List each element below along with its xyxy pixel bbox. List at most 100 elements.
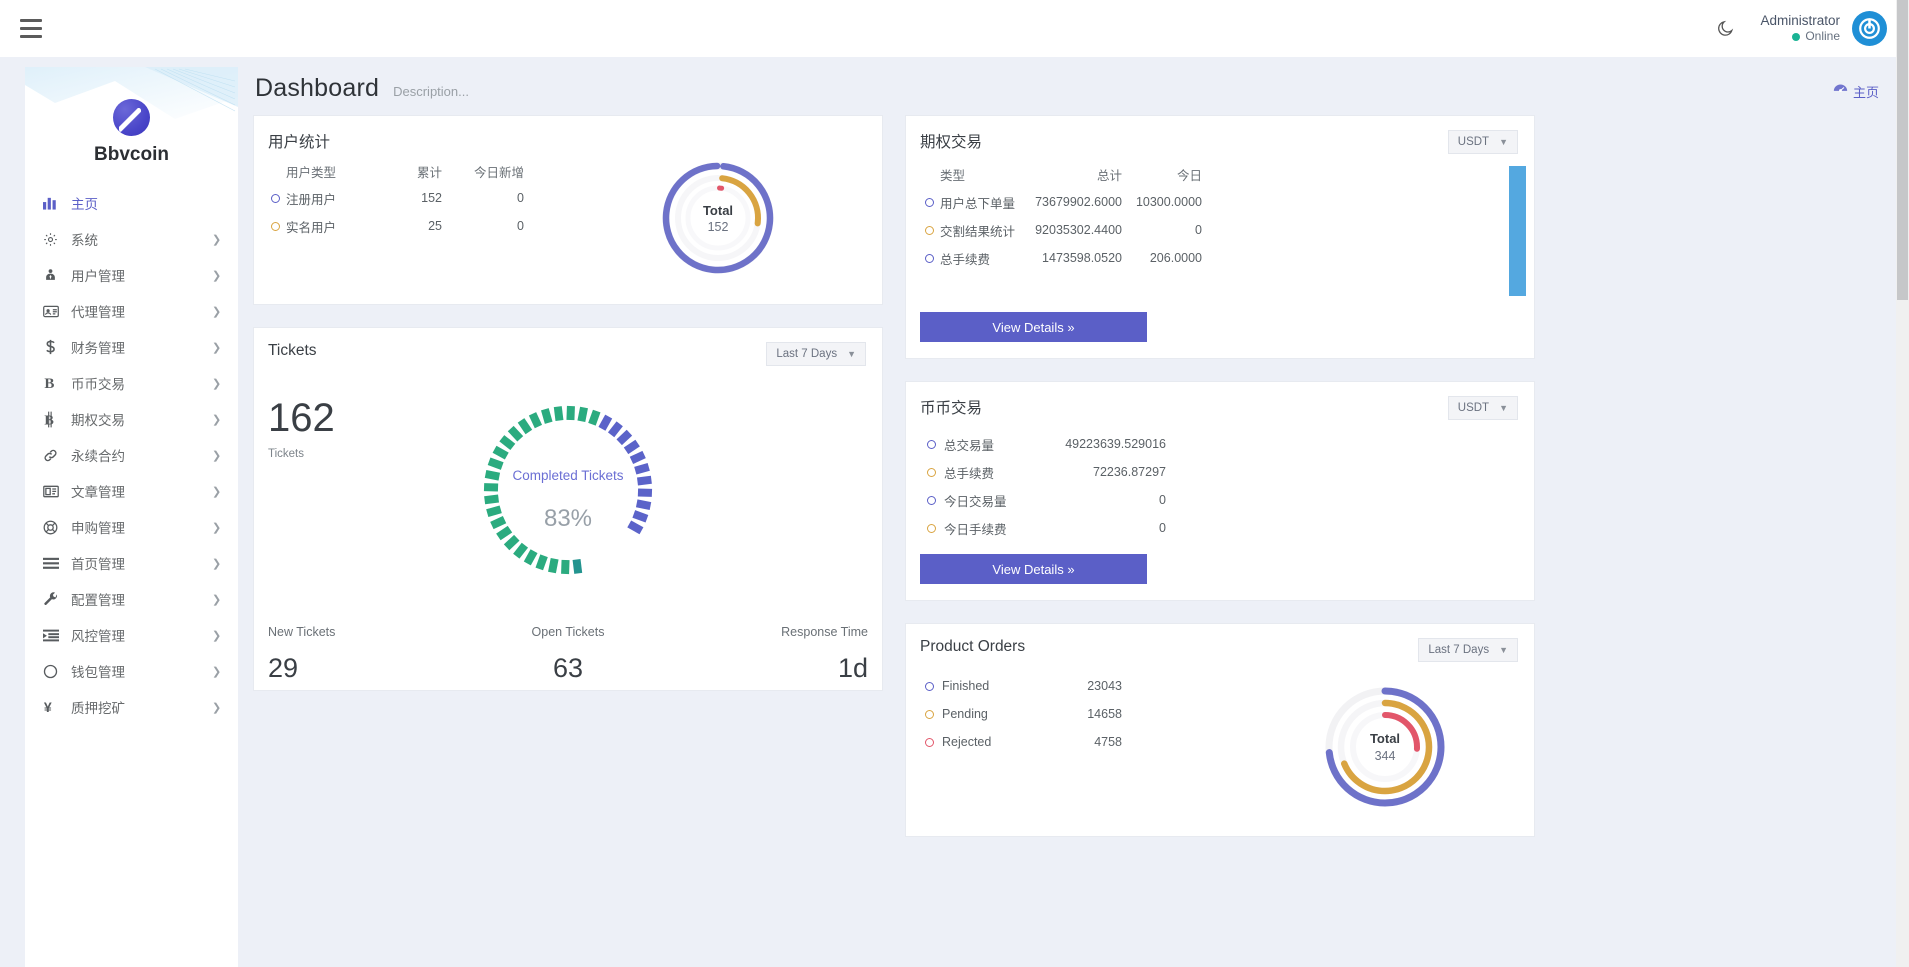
chevron-down-icon: ▼ bbox=[847, 349, 856, 359]
bar-chart-icon bbox=[43, 196, 67, 210]
coin-currency-select[interactable]: USDT ▼ bbox=[1447, 396, 1518, 420]
sidebar-item-首页管理[interactable]: 首页管理 ❯ bbox=[25, 545, 238, 581]
column-header: 类型 bbox=[940, 168, 966, 183]
column-header: 今日 bbox=[1176, 168, 1202, 183]
user-menu[interactable]: Administrator Online bbox=[1760, 11, 1887, 46]
tickets-footer-cell: Response Time 1d bbox=[668, 625, 882, 684]
dashboard-grid: 用户统计 用户类型 累计 今日新增 注册用户 152 0 实名用户 25 0 T… bbox=[253, 115, 1887, 859]
row-marker-cell bbox=[918, 225, 940, 235]
moon-icon[interactable] bbox=[1708, 12, 1742, 46]
sidebar-item-永续合约[interactable]: 永续合约 ❯ bbox=[25, 437, 238, 473]
sidebar-item-质押挖矿[interactable]: ¥ 质押挖矿 ❯ bbox=[25, 689, 238, 725]
page-header: Dashboard Description... 主页 bbox=[253, 67, 1887, 115]
chevron-right-icon: ❯ bbox=[212, 341, 222, 354]
row-marker-cell bbox=[918, 253, 940, 263]
option-trade-bar-chart bbox=[1226, 160, 1534, 300]
option-view-details-button[interactable]: View Details » bbox=[920, 312, 1147, 342]
row-total: 25 bbox=[428, 219, 442, 233]
coin-view-details-button[interactable]: View Details » bbox=[920, 554, 1147, 584]
chevron-right-icon: ❯ bbox=[212, 485, 222, 498]
row-marker-cell bbox=[916, 681, 942, 691]
product-orders-range-select[interactable]: Last 7 Days ▼ bbox=[1418, 638, 1518, 662]
row-value: 49223639.529016 bbox=[1065, 437, 1166, 451]
card-title: 币币交易 bbox=[920, 400, 983, 417]
donut-total-label: Total bbox=[702, 202, 734, 218]
article-icon bbox=[43, 485, 67, 498]
row-total: 92035302.4400 bbox=[1035, 223, 1122, 237]
breadcrumb[interactable]: 主页 bbox=[1833, 82, 1879, 101]
legend-dot-icon bbox=[924, 225, 934, 235]
tickets-footer-cell: Open Tickets 63 bbox=[468, 625, 668, 684]
row-value: 4758 bbox=[1094, 735, 1122, 749]
row-type: 交割结果统计 bbox=[940, 224, 1016, 239]
sidebar-item-主页[interactable]: 主页 bbox=[25, 185, 238, 221]
page-scrollbar-thumb[interactable] bbox=[1897, 0, 1908, 300]
chevron-right-icon: ❯ bbox=[212, 701, 222, 714]
column-header: 今日新增 bbox=[473, 165, 524, 180]
donut-total-value: 344 bbox=[1374, 749, 1396, 763]
row-type: 用户总下单量 bbox=[940, 196, 1016, 211]
row-type: 总手续费 bbox=[940, 252, 991, 267]
sidebar-item-label: 风控管理 bbox=[71, 629, 125, 644]
sidebar-item-钱包管理[interactable]: 钱包管理 ❯ bbox=[25, 653, 238, 689]
tickets-range-value: Last 7 Days bbox=[776, 348, 838, 360]
chevron-down-icon: ▼ bbox=[1499, 645, 1508, 655]
sidebar-item-币币交易[interactable]: B 币币交易 ❯ bbox=[25, 365, 238, 401]
circle-icon bbox=[43, 664, 67, 679]
sidebar-item-用户管理[interactable]: 用户管理 ❯ bbox=[25, 257, 238, 293]
sidebar-item-期权交易[interactable]: B 期权交易 ❯ bbox=[25, 401, 238, 437]
option-trade-body: 类型 总计 今日 用户总下单量 73679902.6000 10300.0000 bbox=[906, 158, 1534, 300]
tickets-range-select[interactable]: Last 7 Days ▼ bbox=[766, 342, 866, 366]
table-row: 用户总下单量 73679902.6000 10300.0000 bbox=[918, 188, 1226, 216]
sidebar-item-label: 期权交易 bbox=[71, 413, 125, 428]
row-marker-cell bbox=[918, 495, 944, 505]
user-stats-donut-chart: Total 152 bbox=[554, 158, 882, 278]
card-header: Tickets Last 7 Days ▼ bbox=[254, 328, 882, 370]
user-status-label: Online bbox=[1805, 29, 1840, 44]
wrench-icon bbox=[43, 591, 67, 607]
gauge-title: Completed Tickets bbox=[512, 468, 624, 483]
donut: Total 344 bbox=[1320, 682, 1450, 812]
sidebar-item-申购管理[interactable]: 申购管理 ❯ bbox=[25, 509, 238, 545]
brand-block: Bbvcoin bbox=[25, 67, 238, 179]
table-row: 今日手续费 0 bbox=[918, 514, 1236, 542]
chevron-right-icon: ❯ bbox=[212, 305, 222, 318]
legend-dot-icon bbox=[926, 523, 936, 533]
user-text: Administrator Online bbox=[1760, 13, 1840, 45]
column-header: 累计 bbox=[416, 165, 442, 180]
page-description: Description... bbox=[393, 84, 469, 99]
sidebar-item-代理管理[interactable]: 代理管理 ❯ bbox=[25, 293, 238, 329]
gear-icon bbox=[43, 232, 67, 247]
sidebar-item-系统[interactable]: 系统 ❯ bbox=[25, 221, 238, 257]
footer-value: 63 bbox=[552, 653, 584, 683]
sidebar-item-label: 用户管理 bbox=[71, 269, 125, 284]
row-label: Finished bbox=[942, 679, 990, 693]
breadcrumb-label: 主页 bbox=[1852, 84, 1879, 100]
table-row: Pending 14658 bbox=[916, 700, 1236, 728]
row-label: 总手续费 bbox=[944, 466, 995, 481]
sidebar-item-文章管理[interactable]: 文章管理 ❯ bbox=[25, 473, 238, 509]
tickets-footer-cell: New Tickets 29 bbox=[254, 625, 468, 684]
table-row: 实名用户 25 0 bbox=[264, 212, 554, 240]
sidebar-item-label: 申购管理 bbox=[71, 521, 125, 536]
row-today: 206.0000 bbox=[1149, 251, 1202, 265]
sidebar-item-风控管理[interactable]: 风控管理 ❯ bbox=[25, 617, 238, 653]
product-orders-card: Product Orders Last 7 Days ▼ Finished 23… bbox=[905, 623, 1535, 837]
hamburger-icon[interactable] bbox=[14, 12, 48, 46]
footer-label: Response Time bbox=[781, 625, 868, 639]
chevron-right-icon: ❯ bbox=[212, 593, 222, 606]
lifebuoy-icon bbox=[43, 520, 67, 535]
chevron-right-icon: ❯ bbox=[212, 377, 222, 390]
row-type: 实名用户 bbox=[286, 220, 337, 235]
avatar[interactable] bbox=[1852, 11, 1887, 46]
option-currency-select[interactable]: USDT ▼ bbox=[1447, 130, 1518, 154]
card-title: Product Orders bbox=[920, 638, 1026, 655]
sidebar-item-财务管理[interactable]: 财务管理 ❯ bbox=[25, 329, 238, 365]
product-orders-body: Finished 23043 Pending 14658 Rejected 47… bbox=[906, 666, 1534, 836]
coin-currency-value: USDT bbox=[1457, 402, 1490, 414]
user-name: Administrator bbox=[1760, 12, 1840, 28]
sidebar-item-label: 钱包管理 bbox=[71, 665, 125, 680]
row-label: Rejected bbox=[942, 735, 992, 749]
sidebar-item-配置管理[interactable]: 配置管理 ❯ bbox=[25, 581, 238, 617]
completed-tickets-gauge: Completed Tickets 83% bbox=[478, 390, 658, 590]
